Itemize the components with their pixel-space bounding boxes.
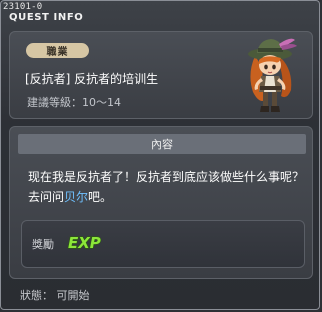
level-requirement: 建議等級：10～14 (27, 96, 121, 109)
content-header: 內容 (18, 134, 306, 154)
quest-info-window: 23101-0 QUEST INFO 職業 [反抗者] 反抗者的培训生 建議等級… (0, 0, 320, 310)
exp-icon: EXP (67, 233, 101, 252)
job-tag: 職業 (26, 43, 89, 58)
quest-status: 狀態： 可開始 (20, 289, 90, 302)
reward-box: 獎勵 EXP (21, 220, 305, 268)
quest-summary-panel: 職業 [反抗者] 反抗者的培训生 建議等級：10～14 (9, 31, 313, 119)
npc-portrait (248, 38, 297, 112)
reward-label: 獎勵 (32, 238, 54, 251)
quest-id: 23101-0 (3, 2, 43, 12)
quest-content-panel: 內容 现在我是反抗者了！反抗者到底应该做些什么事呢？去问问贝尔吧。 獎勵 EXP (9, 126, 313, 279)
quest-name: [反抗者] 反抗者的培训生 (25, 72, 159, 86)
window-title: QUEST INFO (9, 12, 84, 23)
npc-name-link[interactable]: 贝尔 (64, 190, 88, 204)
description-text-end: 吧。 (88, 190, 113, 204)
quest-description: 现在我是反抗者了！反抗者到底应该做些什么事呢？去问问贝尔吧。 (28, 167, 308, 207)
exp-text: EXP (68, 234, 101, 252)
